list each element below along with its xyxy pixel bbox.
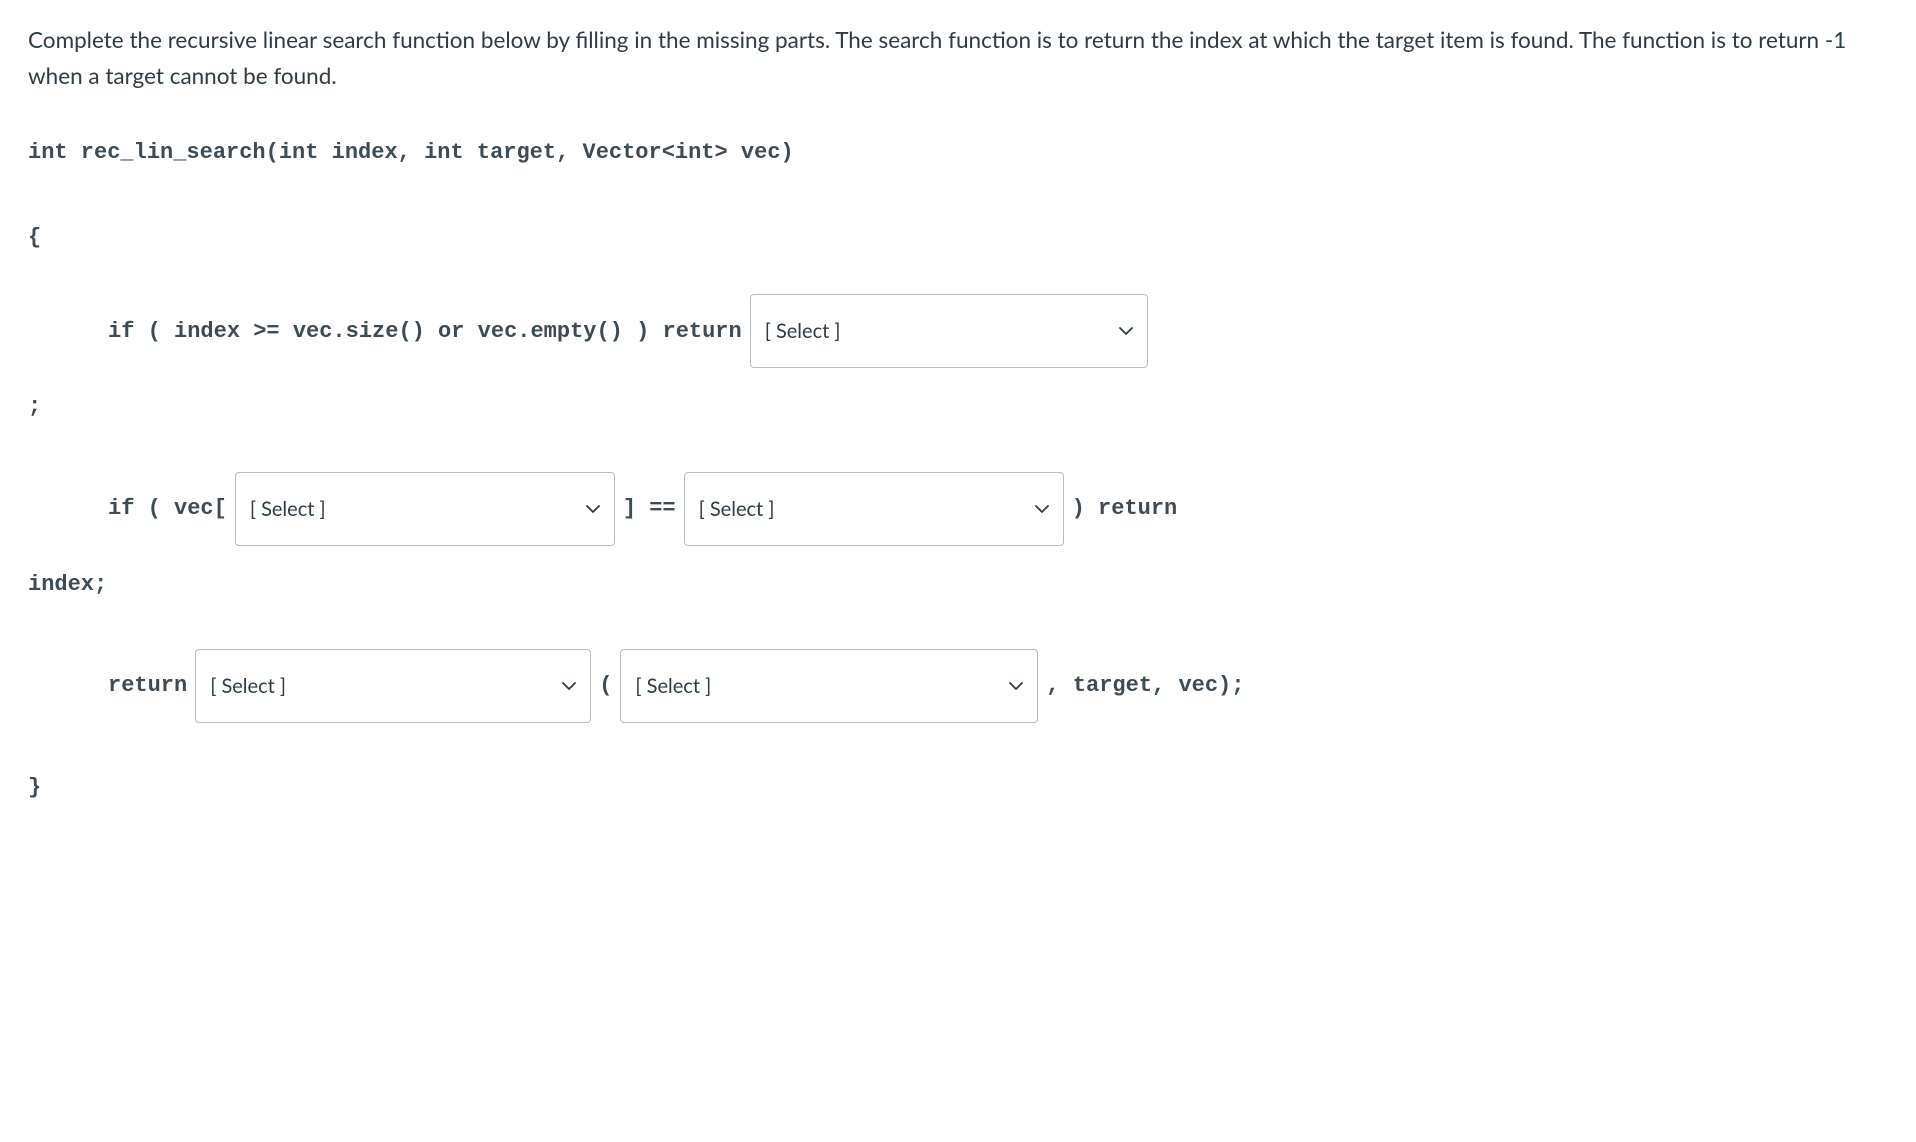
select-label: [ Select ]: [250, 483, 326, 535]
semicolon: ;: [28, 378, 41, 435]
line3-text-a: return: [108, 657, 187, 714]
line2-text-c: ) return: [1072, 480, 1178, 537]
select-blank-2[interactable]: [ Select ]: [235, 472, 615, 546]
select-blank-1[interactable]: [ Select ]: [750, 294, 1148, 368]
chevron-down-icon: [1009, 679, 1023, 693]
line2-cont: index;: [28, 556, 107, 613]
line2-text-a: if ( vec[: [108, 480, 227, 537]
code-signature: int rec_lin_search(int index, int target…: [28, 124, 794, 181]
brace-open: {: [28, 209, 41, 266]
code-line-1: if ( index >= vec.size() or vec.empty() …: [28, 294, 1888, 368]
code-line-2: if ( vec[ [ Select ] ] == [ Select ] ) r…: [28, 472, 1888, 546]
chevron-down-icon: [1119, 324, 1133, 338]
line2-text-b: ] ==: [623, 480, 676, 537]
line1-text: if ( index >= vec.size() or vec.empty() …: [108, 303, 742, 360]
code-brace-close-line: }: [28, 759, 1888, 816]
brace-close: }: [28, 759, 41, 816]
line3-text-b: (: [599, 657, 612, 714]
select-blank-5[interactable]: [ Select ]: [620, 649, 1038, 723]
select-label: [ Select ]: [635, 660, 711, 712]
code-block: int rec_lin_search(int index, int target…: [28, 124, 1888, 816]
select-blank-3[interactable]: [ Select ]: [684, 472, 1064, 546]
select-label: [ Select ]: [765, 305, 841, 357]
chevron-down-icon: [562, 679, 576, 693]
select-label: [ Select ]: [210, 660, 286, 712]
line3-text-c: , target, vec);: [1046, 657, 1244, 714]
chevron-down-icon: [1035, 502, 1049, 516]
code-line-3: return [ Select ] ( [ Select ] , target,…: [28, 649, 1888, 723]
question-text: Complete the recursive linear search fun…: [28, 22, 1888, 94]
select-label: [ Select ]: [699, 483, 775, 535]
code-signature-line: int rec_lin_search(int index, int target…: [28, 124, 1888, 181]
code-line-2-cont: index;: [28, 556, 1888, 613]
chevron-down-icon: [586, 502, 600, 516]
select-blank-4[interactable]: [ Select ]: [195, 649, 591, 723]
code-brace-open-line: {: [28, 209, 1888, 266]
code-semicolon-line: ;: [28, 378, 1888, 435]
